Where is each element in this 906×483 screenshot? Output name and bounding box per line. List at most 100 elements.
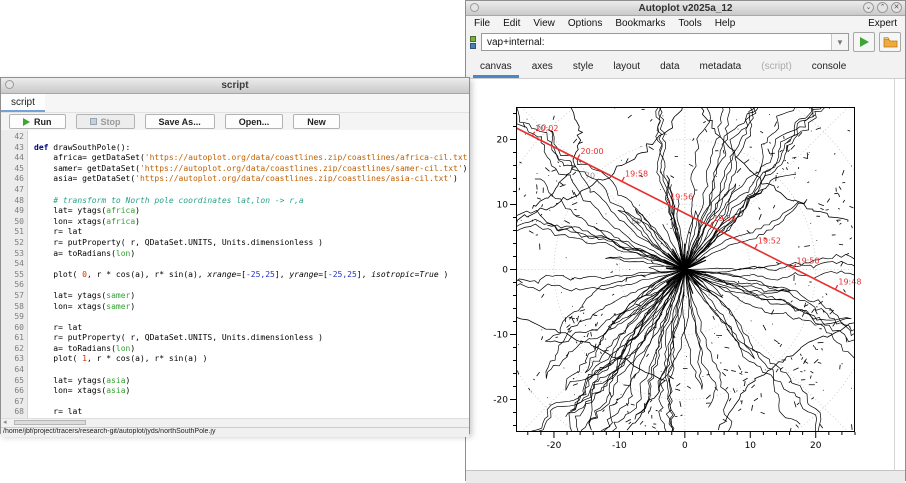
code-token: ],: [275, 270, 289, 279]
line-number: 44: [1, 153, 24, 164]
autoplot-titlebar[interactable]: Autoplot v2025a_12 ⌄⌃✕: [466, 1, 905, 16]
code-token: ): [453, 174, 458, 183]
code-token: a= toRadians(: [34, 344, 116, 353]
code-line: plot( 1, r * cos(a), r* sin(a) ): [34, 354, 469, 365]
code-token: ): [130, 291, 135, 300]
code-token: plot(: [34, 354, 82, 363]
tab-metadata[interactable]: metadata: [690, 56, 752, 78]
code-token: ): [130, 249, 135, 258]
code-line: r= lat: [34, 323, 469, 334]
tab-script[interactable]: (script): [751, 56, 802, 78]
stop-square-icon: [90, 118, 97, 125]
open-file-button[interactable]: [879, 32, 901, 52]
code-line: [34, 365, 469, 376]
code-token: lon: [116, 249, 130, 258]
code-line: # transform to North pole coordinates la…: [34, 196, 469, 207]
code-line: [34, 132, 469, 143]
code-token: ): [126, 386, 131, 395]
code-editor[interactable]: 4243444546474849505152535455565758596061…: [1, 130, 469, 418]
tab-axes[interactable]: axes: [522, 56, 563, 78]
code-token: ): [439, 270, 449, 279]
code-token: lat= ytags(: [34, 206, 106, 215]
expert-toggle[interactable]: Expert: [868, 18, 897, 29]
code-token: asia: [106, 386, 125, 395]
tab-console[interactable]: console: [802, 56, 856, 78]
menu-edit[interactable]: Edit: [503, 18, 520, 29]
code-token: 'https://autoplot.org/data/coastlines.zi…: [145, 153, 469, 162]
line-number: 68: [1, 407, 24, 418]
new-button[interactable]: New: [293, 114, 340, 129]
go-button[interactable]: [853, 32, 875, 52]
uri-value[interactable]: vap+internal:: [482, 37, 831, 48]
menu-tools[interactable]: Tools: [678, 18, 701, 29]
code-line: a= toRadians(lon): [34, 249, 469, 260]
code-token: ): [463, 164, 468, 173]
tab-style[interactable]: style: [563, 56, 604, 78]
run-label: Run: [34, 117, 52, 127]
maximize-button[interactable]: ⌃: [877, 2, 888, 13]
scroll-left-icon[interactable]: ◂: [3, 418, 7, 426]
code-token: r= putProperty( r, QDataSet.UNITS, Units…: [34, 333, 323, 342]
menu-options[interactable]: Options: [568, 18, 602, 29]
code-token: asia: [106, 376, 125, 385]
menu-file[interactable]: File: [474, 18, 490, 29]
tab-script[interactable]: script: [1, 94, 45, 112]
line-number: 64: [1, 365, 24, 376]
address-row: vap+internal: ▼: [466, 30, 905, 54]
script-window-title: script: [221, 80, 248, 91]
minimize-button[interactable]: ⌄: [863, 2, 874, 13]
uri-combobox[interactable]: vap+internal: ▼: [481, 33, 849, 51]
tab-data[interactable]: data: [650, 56, 689, 78]
tab-canvas[interactable]: canvas: [470, 56, 522, 78]
code-token: yrange: [289, 270, 318, 279]
code-token: asia= getDataSet(: [34, 174, 135, 183]
scrollbar-thumb[interactable]: [14, 420, 86, 425]
code-token: r= lat: [34, 227, 82, 236]
close-button[interactable]: ✕: [891, 2, 902, 13]
chevron-down-icon[interactable]: ▼: [831, 34, 848, 50]
menu-bookmarks[interactable]: Bookmarks: [615, 18, 665, 29]
window-menu-icon[interactable]: [5, 80, 14, 89]
tab-layout[interactable]: layout: [603, 56, 650, 78]
line-number: 57: [1, 291, 24, 302]
code-token: xrange: [207, 270, 236, 279]
code-line: [34, 312, 469, 323]
code-token: lat= ytags(: [34, 376, 106, 385]
side-splitter[interactable]: [894, 79, 895, 470]
code-token: r= putProperty( r, QDataSet.UNITS, Units…: [34, 238, 323, 247]
code-token: =[: [236, 270, 246, 279]
code-line: lon= xtags(africa): [34, 217, 469, 228]
open-button[interactable]: Open...: [225, 114, 284, 129]
window-menu-icon[interactable]: [470, 3, 479, 12]
code-token: ): [126, 376, 131, 385]
code-area[interactable]: def drawSouthPole(): africa= getDataSet(…: [28, 130, 469, 418]
line-number: 52: [1, 238, 24, 249]
line-number: 56: [1, 280, 24, 291]
code-line: asia= getDataSet('https://autoplot.org/d…: [34, 174, 469, 185]
code-token: ): [130, 344, 135, 353]
line-number: 43: [1, 143, 24, 154]
window-controls: ⌄⌃✕: [863, 2, 902, 13]
line-number: 61: [1, 333, 24, 344]
code-token: lon= xtags(: [34, 217, 106, 226]
run-button[interactable]: Run: [9, 114, 66, 129]
code-token: 'https://autoplot.org/data/coastlines.zi…: [140, 164, 463, 173]
save-as-button[interactable]: Save As...: [145, 114, 215, 129]
code-token: isotropic: [371, 270, 414, 279]
menu-view[interactable]: View: [533, 18, 555, 29]
line-number: 59: [1, 312, 24, 323]
code-token: r= lat: [34, 407, 82, 416]
stop-button[interactable]: Stop: [76, 114, 135, 129]
code-line: lat= ytags(africa): [34, 206, 469, 217]
code-line: def drawSouthPole():: [34, 143, 469, 154]
code-token: plot(: [34, 270, 82, 279]
script-titlebar[interactable]: script: [1, 78, 469, 94]
menubar: File Edit View Options Bookmarks Tools Help Exp…: [466, 16, 905, 30]
horizontal-scrollbar[interactable]: ◂: [1, 418, 469, 427]
code-token: africa: [106, 206, 135, 215]
script-statusbar: /home/jbf/project/tracers/research-git/a…: [1, 427, 469, 437]
code-line: [34, 185, 469, 196]
code-line: africa= getDataSet('https://autoplot.org…: [34, 153, 469, 164]
menu-help[interactable]: Help: [715, 18, 736, 29]
plot-canvas[interactable]: [466, 79, 902, 469]
